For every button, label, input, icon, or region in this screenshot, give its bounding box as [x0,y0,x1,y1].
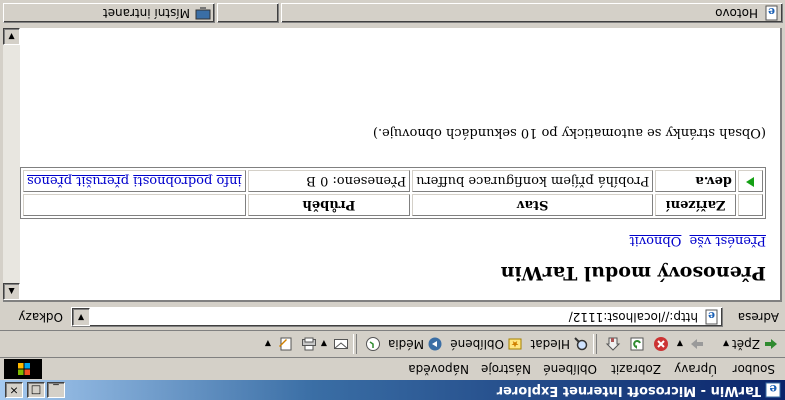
refresh-link[interactable]: Obnovit [629,233,681,248]
stop-icon [653,336,669,352]
forward-dropdown-icon[interactable]: ▼ [677,340,683,349]
progress-cell: Přeneseno: 0 B [247,170,411,192]
home-icon [605,336,621,352]
back-dropdown-icon[interactable]: ▼ [723,340,729,349]
address-input[interactable]: e http://localhost:1112/ ▼ [71,307,723,327]
address-label: Adresa [737,310,779,324]
ie-logo-icon: e [765,382,781,398]
minimize-button[interactable]: _ [47,382,65,398]
menu-file[interactable]: Soubor [733,362,775,376]
scroll-down-button[interactable]: ▼ [3,28,20,45]
media-label: Média [387,337,424,351]
svg-text:e: e [768,5,775,18]
details-link[interactable]: podrobnosti [133,174,212,189]
favorites-icon [507,336,523,352]
favorites-label: Oblíbené [450,337,504,351]
toolbar-separator [593,334,597,354]
search-icon [573,336,589,352]
table-row: dev.a Probíhá příjem konfigurace bufferu… [23,170,763,192]
svg-text:e: e [708,309,715,322]
address-dropdown-icon[interactable]: ▼ [72,308,90,326]
header-actions-empty [23,194,246,216]
info-link[interactable]: info [217,174,242,189]
search-button[interactable]: Hledat [531,335,589,353]
maximize-button[interactable]: □ [27,382,45,398]
status-bar: e Hotovo Místní intranet [0,0,785,26]
status-pane-zone: Místní intranet [3,3,215,23]
auto-refresh-note: (Obsah stránky se automaticky po 10 seku… [372,125,766,140]
home-button[interactable] [602,335,621,353]
back-arrow-icon [763,336,779,352]
back-label: Zpět [732,337,760,351]
window-title: TarWin - Microsoft Internet Explorer [496,383,761,398]
close-button[interactable]: × [5,382,23,398]
windows-logo [4,359,42,379]
edit-page-icon [277,336,293,352]
svg-text:e: e [769,382,777,396]
intranet-zone-icon [195,7,211,20]
scroll-up-button[interactable]: ▲ [3,283,20,300]
print-button[interactable] [298,335,317,353]
page-content: Přenosový modul TarWin Přenést vše Obnov… [20,28,780,300]
vertical-scrollbar[interactable]: ▲ ▼ [3,28,20,300]
row-actions-cell: info podrobnosti přerušit přenos [23,170,246,192]
address-bar: Adresa e http://localhost:1112/ ▼ Odkazy [0,304,785,330]
play-cell[interactable] [737,170,763,192]
address-url: http://localhost:1112/ [568,310,698,324]
page-done-icon: e [765,5,778,21]
history-button[interactable] [362,335,381,353]
header-device: Zařízení [655,194,736,216]
mail-icon [333,336,349,352]
forward-arrow-icon [689,336,705,352]
menu-view[interactable]: Zobrazit [611,362,661,376]
back-button[interactable]: Zpět ▼ [723,335,779,353]
windows-flag-icon [18,363,30,375]
page-icon: e [705,309,718,325]
menu-tools[interactable]: Nástroje [481,362,531,376]
menu-help[interactable]: Nápověda [408,362,469,376]
toolbar-separator [353,334,357,354]
abort-transfer-link[interactable]: přerušit přenos [27,174,129,189]
forward-button[interactable]: ▼ [677,335,705,353]
page-title: Přenosový modul TarWin [500,262,766,284]
header-state: Stav [412,194,654,216]
header-progress: Průběh [247,194,411,216]
page-actions: Přenést vše Obnovit [625,233,766,248]
history-icon [365,336,381,352]
favorites-button[interactable]: Oblíbené [450,335,523,353]
state-cell: Probíhá příjem konfigurace bufferu [412,170,654,192]
menu-edit[interactable]: Úpravy [674,362,717,376]
refresh-button[interactable] [626,335,645,353]
transfer-table: Zařízení Stav Průběh dev.a Probíhá příje… [20,167,766,219]
menu-bar: Soubor Úpravy Zobrazit Oblíbené Nástroje… [0,357,785,380]
play-icon[interactable] [746,177,755,188]
status-pane-empty [217,3,279,23]
edit-dropdown-icon[interactable]: ▼ [265,340,271,349]
status-text: Hotovo [715,6,758,20]
transfer-all-link[interactable]: Přenést vše [690,233,766,248]
standard-toolbar: Zpět ▼ ▼ Hledat Oblíbené Média ▼ ▼ [0,330,785,357]
content-viewport: Přenosový modul TarWin Přenést vše Obnov… [3,28,782,302]
menu-favorites[interactable]: Oblíbené [543,362,597,376]
table-header-row: Zařízení Stav Průběh [23,194,763,216]
media-button[interactable]: Média [388,335,443,353]
title-bar[interactable]: e TarWin - Microsoft Internet Explorer _… [0,380,785,400]
stop-button[interactable] [650,335,669,353]
refresh-icon [629,336,645,352]
print-icon [301,336,317,352]
browser-window-frame: e TarWin - Microsoft Internet Explorer _… [0,0,785,400]
status-pane-main: e Hotovo [281,3,783,23]
device-cell: dev.a [655,170,736,192]
mail-dropdown-icon[interactable]: ▼ [321,340,327,349]
links-toolbar-label[interactable]: Odkazy [18,310,63,324]
rotated-window: e TarWin - Microsoft Internet Explorer _… [0,0,785,400]
zone-text: Místní intranet [102,6,190,20]
mail-button[interactable]: ▼ [321,335,349,353]
edit-button[interactable]: ▼ [265,335,293,353]
media-icon [427,336,443,352]
search-label: Hledat [530,337,570,351]
header-empty-cell [737,194,763,216]
